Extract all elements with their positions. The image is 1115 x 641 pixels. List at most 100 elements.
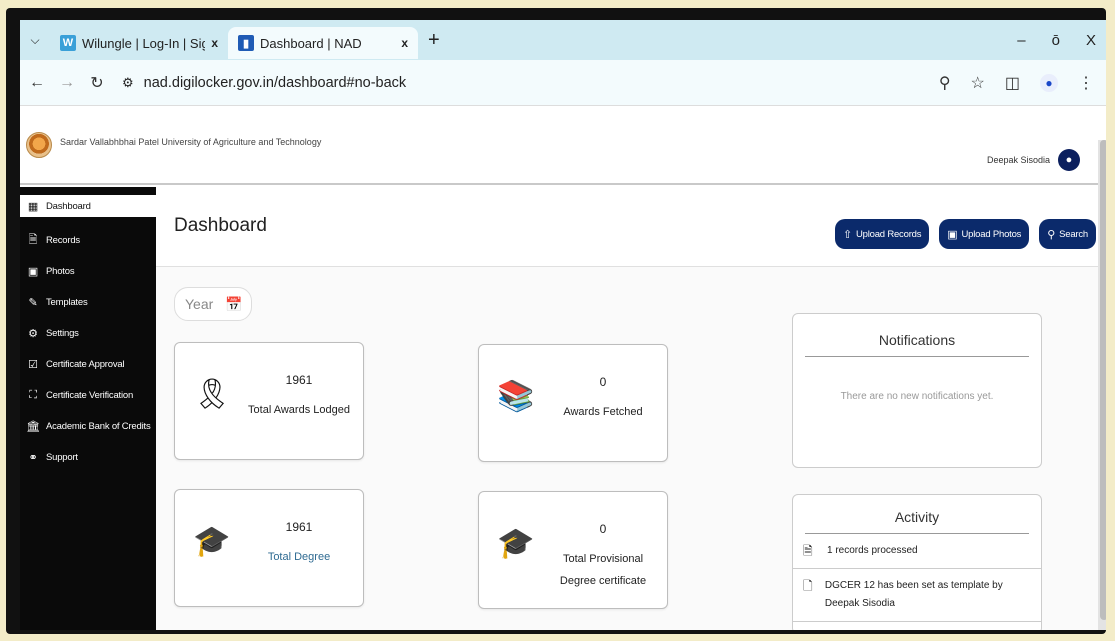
card-total-awards-lodged: 🎗 1961 Total Awards Lodged [174, 342, 364, 460]
sidebar-item-records[interactable]: 🗎 Records [20, 225, 156, 256]
browser-tab-bar: ⌵ W Wilungle | Log-In | Sign-Up x ▮ Dash… [20, 20, 1106, 60]
sidebar-item-label: Academic Bank of Credits [46, 421, 151, 432]
card-total-provisional-degree: 🎓 0 Total Provisional Degree certificate [478, 491, 668, 609]
upload-records-button[interactable]: ⇧ Upload Records [834, 219, 930, 249]
tab-title: Wilungle | Log-In | Sign-Up [82, 35, 206, 51]
scrollbar-thumb[interactable] [1100, 140, 1106, 620]
forward-arrow-icon[interactable]: → [54, 74, 80, 92]
sidebar-item-settings[interactable]: ⚙ Settings [20, 318, 156, 349]
award-ribbon-icon: 🎗 [193, 378, 232, 411]
sidebar-item-label: Support [46, 452, 78, 463]
card-label: Awards Fetched [563, 406, 643, 418]
activity-item: 🗎 1 records processed [793, 534, 1041, 569]
screen: ⌵ W Wilungle | Log-In | Sign-Up x ▮ Dash… [20, 20, 1106, 630]
upload-photos-label: Upload Photos [961, 228, 1022, 240]
notifications-empty-text: There are no new notifications yet. [840, 391, 994, 402]
notifications-panel: Notifications There are no new notificat… [792, 313, 1042, 468]
document-icon: 🗋 [803, 579, 813, 593]
sidebar-item-templates[interactable]: ✎ Templates [20, 287, 156, 318]
total-degree-link[interactable]: Total Degree [245, 546, 353, 568]
tab-wilungle[interactable]: W Wilungle | Log-In | Sign-Up x [50, 27, 228, 59]
card-value: 1961 [285, 520, 313, 534]
tab-dashboard-nad[interactable]: ▮ Dashboard | NAD x [228, 27, 418, 59]
bookmark-star-icon[interactable]: ☆ [971, 73, 985, 93]
url-field[interactable]: ⚙ nad.digilocker.gov.in/dashboard#no-bac… [122, 75, 406, 91]
tab-title: Dashboard | NAD [260, 35, 362, 51]
sidebar-item-label: Certificate Approval [46, 359, 125, 370]
page-header: Dashboard ⇧ Upload Records ▣ Upload Phot… [156, 187, 1098, 267]
card-value: 0 [599, 375, 607, 389]
kebab-menu-icon[interactable]: ⋮ [1078, 73, 1094, 93]
card-value: 1961 [285, 373, 313, 387]
card-total-degree: 🎓 1961 Total Degree [174, 489, 364, 607]
back-arrow-icon[interactable]: ← [24, 74, 50, 92]
card-awards-fetched: 📚 0 Awards Fetched [478, 344, 668, 462]
card-label: Total Provisional Degree certificate [559, 553, 647, 587]
image-icon: ▣ [947, 228, 958, 241]
page-title: Dashboard [174, 215, 267, 236]
activity-text: DGCER 12 has been set as template by Dee… [824, 580, 1003, 609]
graduation-cap-icon: 🎓 [497, 527, 535, 560]
notifications-title: Notifications [805, 332, 1029, 357]
action-buttons: ⇧ Upload Records ▣ Upload Photos ⚲ Searc… [834, 219, 1096, 249]
certificate-icon: ☑ [28, 359, 38, 371]
sidebar-item-photos[interactable]: ▣ Photos [20, 256, 156, 287]
university-name: Sardar Vallabhbhai Patel University of A… [60, 137, 322, 147]
sidebar-item-label: Photos [46, 266, 75, 277]
sidebar: ▦ Dashboard 🗎 Records ▣ Photos ✎ Templat… [20, 187, 156, 630]
file-icon: 🗎 [803, 544, 813, 558]
sidebar-item-label: Certificate Verification [46, 390, 134, 401]
year-placeholder: Year [185, 296, 214, 312]
sidebar-item-academic-bank[interactable]: 🏛 Academic Bank of Credits [20, 411, 156, 442]
pencil-icon: ✎ [28, 297, 38, 309]
page-scrollbar[interactable] [1098, 140, 1106, 630]
browser-toolbar-right: ⚲ ☆ ◫ ● ⋮ [939, 73, 1106, 93]
search-button[interactable]: ⚲ Search [1039, 219, 1096, 249]
sidebar-item-label: Settings [46, 328, 79, 339]
minimize-button[interactable]: – [1017, 32, 1025, 49]
window-controls: – ō X [1017, 32, 1106, 49]
reload-icon[interactable]: ↻ [84, 73, 110, 93]
sidebar-item-label: Records [46, 235, 80, 246]
close-tab-icon[interactable]: x [211, 36, 218, 50]
books-icon: 📚 [497, 380, 535, 413]
search-label: Search [1059, 228, 1088, 240]
upload-records-label: Upload Records [855, 228, 922, 240]
main-content: Dashboard ⇧ Upload Records ▣ Upload Phot… [156, 187, 1098, 630]
monitor-frame: ⌵ W Wilungle | Log-In | Sign-Up x ▮ Dash… [6, 8, 1106, 634]
activity-text: 1 records processed [827, 545, 918, 556]
upload-file-icon: ⇧ [842, 228, 852, 241]
site-header: Sardar Vallabhbhai Patel University of A… [20, 107, 1106, 185]
restore-button[interactable]: ō [1052, 32, 1060, 49]
url-text: nad.digilocker.gov.in/dashboard#no-back [143, 74, 407, 91]
activity-panel: Activity 🗎 1 records processed 🗋 DGCER 1… [792, 494, 1042, 630]
activity-title: Activity [805, 509, 1029, 534]
new-tab-button[interactable]: + [428, 29, 440, 52]
tab-list-chevron-icon[interactable]: ⌵ [20, 33, 50, 48]
file-icon: 🗎 [28, 234, 38, 246]
wilungle-favicon-icon: W [60, 35, 76, 51]
zoom-icon[interactable]: ⚲ [939, 73, 951, 93]
university-logo [26, 132, 52, 158]
headset-icon: ⚭ [28, 452, 38, 464]
nad-favicon-icon: ▮ [238, 35, 254, 51]
browser-address-bar: ← → ↻ ⚙ nad.digilocker.gov.in/dashboard#… [20, 60, 1106, 106]
sidebar-item-support[interactable]: ⚭ Support [20, 442, 156, 473]
upload-photos-button[interactable]: ▣ Upload Photos [939, 219, 1030, 249]
sidebar-item-certificate-verification[interactable]: ⛶ Certificate Verification [20, 380, 156, 411]
user-avatar-icon[interactable]: ● [1058, 149, 1080, 171]
user-name: Deepak Sisodia [986, 155, 1050, 165]
sidebar-item-dashboard[interactable]: ▦ Dashboard [20, 195, 156, 217]
close-window-button[interactable]: X [1086, 32, 1096, 49]
year-picker[interactable]: Year 📅 [174, 287, 252, 321]
sidebar-item-certificate-approval[interactable]: ☑ Certificate Approval [20, 349, 156, 380]
image-icon: ▣ [27, 266, 39, 278]
calendar-icon[interactable]: 📅 [225, 296, 242, 313]
extensions-icon[interactable]: ◫ [1005, 73, 1020, 93]
profile-icon[interactable]: ● [1040, 73, 1058, 92]
site-settings-icon[interactable]: ⚙ [122, 75, 134, 91]
search-icon: ⚲ [1047, 228, 1056, 241]
close-tab-icon[interactable]: x [401, 36, 408, 50]
graduation-cap-icon: 🎓 [193, 525, 231, 558]
user-menu[interactable]: Deepak Sisodia ● [987, 149, 1106, 171]
